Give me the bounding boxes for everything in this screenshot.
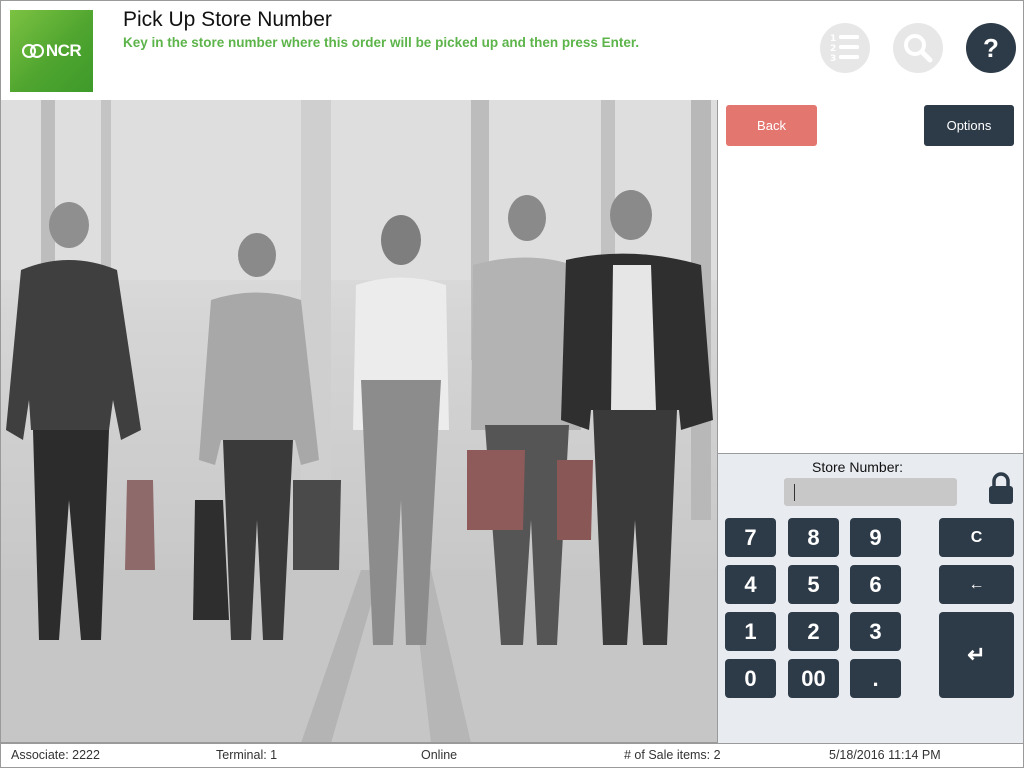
- key-5[interactable]: 5: [788, 565, 839, 604]
- enter-key[interactable]: ↵: [939, 612, 1014, 698]
- action-panel: Back Options: [718, 100, 1024, 454]
- back-button[interactable]: Back: [726, 105, 817, 146]
- page-title: Pick Up Store Number: [123, 8, 332, 31]
- key-8[interactable]: 8: [788, 518, 839, 557]
- options-button[interactable]: Options: [924, 105, 1014, 146]
- key-00[interactable]: 00: [788, 659, 839, 698]
- backspace-key[interactable]: ←: [939, 565, 1014, 604]
- key-3[interactable]: 3: [850, 612, 901, 651]
- key-7[interactable]: 7: [725, 518, 776, 557]
- status-bar: Associate: 2222 Terminal: 1 Online # of …: [0, 743, 1024, 768]
- text-caret: [794, 484, 795, 501]
- connection-status: Online: [421, 748, 458, 762]
- key-0[interactable]: 0: [725, 659, 776, 698]
- shoppers-illustration: [1, 100, 717, 742]
- key-1[interactable]: 1: [725, 612, 776, 651]
- sale-items-count: # of Sale items: 2: [624, 748, 721, 762]
- svg-text:2: 2: [830, 44, 836, 54]
- search-icon[interactable]: [893, 23, 943, 73]
- numeric-keypad: Store Number: 7 8 9 C 4 5 6 ← 1 2 3 ↵ 0 …: [718, 454, 1024, 743]
- clear-key[interactable]: C: [939, 518, 1014, 557]
- store-number-label: Store Number:: [812, 459, 904, 475]
- lock-icon[interactable]: [988, 472, 1014, 504]
- key-2[interactable]: 2: [788, 612, 839, 651]
- help-icon[interactable]: ?: [966, 23, 1016, 73]
- ncr-rings-icon: [21, 44, 44, 58]
- key-9[interactable]: 9: [850, 518, 901, 557]
- key-4[interactable]: 4: [725, 565, 776, 604]
- header: NCR Pick Up Store Number Key in the stor…: [0, 0, 1024, 101]
- page-instructions: Key in the store number where this order…: [123, 35, 640, 50]
- svg-text:1: 1: [830, 34, 836, 44]
- logo-text: NCR: [45, 41, 82, 60]
- svg-text:3: 3: [830, 54, 836, 64]
- key-6[interactable]: 6: [850, 565, 901, 604]
- shoppers-photo: [0, 100, 718, 743]
- date-time: 5/18/2016 11:14 PM: [829, 748, 941, 762]
- store-number-input[interactable]: [784, 478, 957, 506]
- list-numbered-icon[interactable]: 123: [820, 23, 870, 73]
- terminal-status: Terminal: 1: [216, 748, 278, 762]
- key-decimal[interactable]: .: [850, 659, 901, 698]
- ncr-logo: NCR: [10, 10, 93, 92]
- help-icon-glyph: ?: [983, 32, 999, 63]
- associate-status: Associate: 2222: [11, 748, 100, 762]
